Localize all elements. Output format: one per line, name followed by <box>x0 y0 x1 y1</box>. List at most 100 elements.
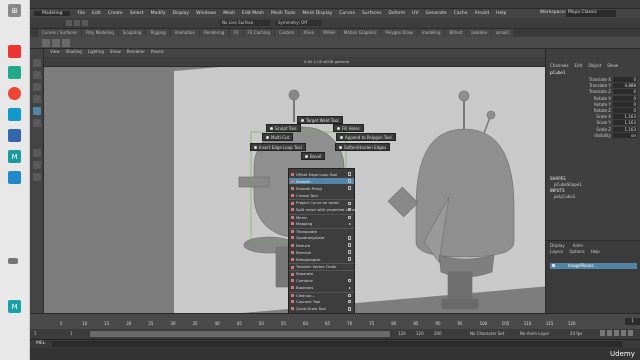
context-menu-item[interactable]: Crease Tool <box>289 192 354 198</box>
layer-row[interactable]: ImagePlanes <box>550 263 637 269</box>
character-set[interactable]: No Character Set <box>470 331 504 336</box>
input-name[interactable]: polyCube1 <box>554 194 575 199</box>
rotate-tool-icon[interactable] <box>33 107 41 115</box>
range-end[interactable]: 120 <box>398 331 406 336</box>
menu-edit-mesh[interactable]: Edit Mesh <box>242 11 264 16</box>
context-menu-item[interactable]: Offset Edge Loop Tool <box>289 171 354 177</box>
channel-value[interactable]: 0 <box>613 101 637 107</box>
channel-row[interactable]: Translate X0 <box>546 77 640 83</box>
menu-generate[interactable]: Generate <box>426 11 447 16</box>
step-forward-icon[interactable] <box>621 330 626 336</box>
shelf-tab[interactable]: modeling <box>417 29 445 37</box>
channel-row[interactable]: Rotate Z0 <box>546 108 640 114</box>
context-menu-item[interactable]: Project Curve on mesh <box>289 199 354 205</box>
context-menu-item[interactable]: Booleans ▸ <box>289 285 354 291</box>
menu-mesh-display[interactable]: Mesh Display <box>302 11 332 16</box>
cb-tab-channels[interactable]: Channels <box>550 63 569 68</box>
option-box-icon[interactable] <box>347 179 351 183</box>
context-menu-item[interactable]: Remesh <box>289 249 354 255</box>
context-menu-item[interactable]: Split mesh with projected curve <box>289 207 356 213</box>
shelf-tab[interactable]: XGen <box>299 29 319 37</box>
photos-icon[interactable] <box>8 129 21 142</box>
context-menu-item[interactable]: Connect Tool <box>289 299 354 305</box>
channel-row[interactable]: Translate Y 4.888 <box>546 83 640 89</box>
anim-layer[interactable]: No Anim Layer <box>520 331 549 336</box>
context-menu-item[interactable]: Quad Draw Tool <box>289 306 354 312</box>
layer-menu-layers[interactable]: Layers <box>550 249 563 254</box>
shelf-tab[interactable]: arnold <box>492 29 513 37</box>
fps-select[interactable]: 24 fps <box>570 331 582 336</box>
menu-display[interactable]: Display <box>173 11 190 16</box>
option-box-icon[interactable] <box>347 278 351 283</box>
menu-cache[interactable]: Cache <box>454 11 468 16</box>
context-menu-item[interactable]: Transfer Vertex Order <box>289 263 354 269</box>
command-line[interactable]: MEL <box>30 339 640 348</box>
channel-value[interactable]: 1.163 <box>613 126 637 132</box>
shelf-tab[interactable]: lookdev <box>467 29 492 37</box>
app-icon-red[interactable] <box>8 45 21 58</box>
channel-row[interactable]: Rotate X0 <box>546 95 640 102</box>
context-menu-item[interactable]: Triangulate <box>289 227 354 234</box>
open-scene-icon[interactable] <box>74 20 80 26</box>
app-icon-green[interactable] <box>8 66 21 79</box>
start-frame[interactable]: 1 <box>34 331 37 336</box>
layer-visibility-icon[interactable] <box>552 264 555 267</box>
step-back-icon[interactable] <box>607 330 612 336</box>
channel-row[interactable]: Scale Y 1.163 <box>546 120 640 126</box>
shelf-tab[interactable]: FX <box>229 29 243 37</box>
menu-edit[interactable]: Edit <box>92 11 101 16</box>
channel-value[interactable]: 0 <box>613 89 637 95</box>
shelf-tab[interactable]: Sculpting <box>118 29 146 37</box>
menu-mesh-tools[interactable]: Mesh Tools <box>271 11 295 16</box>
end-frame[interactable]: 120 <box>416 331 424 336</box>
menu-select[interactable]: Select <box>130 11 144 16</box>
menu-file[interactable]: File <box>77 11 85 16</box>
context-menu-item[interactable]: Separate <box>289 270 354 276</box>
select-tool-icon[interactable] <box>33 59 41 67</box>
context-menu-item[interactable]: Smooth <box>289 178 354 185</box>
menu-windows[interactable]: Windows <box>196 11 216 16</box>
edge-icon[interactable] <box>8 108 21 121</box>
context-menu-item[interactable]: Mapping ▸ <box>289 221 354 227</box>
channel-value[interactable]: 1.163 <box>613 114 637 120</box>
menu-deform[interactable]: Deform <box>388 11 405 16</box>
shelf-tab[interactable]: Rigging <box>146 29 170 37</box>
context-menu-item[interactable]: Quadrangulate <box>289 235 354 241</box>
channel-value[interactable]: 4.888 <box>613 83 637 89</box>
menu-curves[interactable]: Curves <box>339 11 355 16</box>
move-tool-icon[interactable] <box>33 95 41 103</box>
channel-value[interactable]: 0 <box>613 77 637 82</box>
play-start-icon[interactable] <box>600 330 605 336</box>
channel-value[interactable]: 1.163 <box>613 120 637 126</box>
shelf-tab[interactable]: Poly Modeling <box>82 29 118 37</box>
shelf-tab[interactable]: MASH <box>319 29 339 37</box>
hotbox-insert-edge-loop[interactable]: Insert Edge Loop Tool <box>250 143 306 151</box>
channel-value[interactable]: 0 <box>613 95 637 101</box>
play-icon[interactable] <box>614 330 619 336</box>
workspace-select[interactable]: Maya Classic <box>566 10 616 17</box>
play-end-icon[interactable] <box>628 330 633 336</box>
menu-mesh[interactable]: Mesh <box>223 11 235 16</box>
option-box-icon[interactable] <box>347 172 351 176</box>
option-box-icon[interactable] <box>347 201 351 206</box>
option-box-icon[interactable] <box>347 186 351 190</box>
option-box-icon[interactable] <box>347 299 351 304</box>
context-menu-item[interactable]: Mirror <box>289 213 354 220</box>
menu-modify[interactable]: Modify <box>151 11 166 16</box>
shelf-tab[interactable]: FX Caching <box>243 29 274 37</box>
channel-row[interactable]: Scale Z 1.163 <box>546 126 640 133</box>
range-bar[interactable] <box>90 331 390 337</box>
shelf-tool-icon[interactable] <box>62 39 70 47</box>
layout-single-icon[interactable] <box>33 149 41 157</box>
menu-surfaces[interactable]: Surfaces <box>362 11 382 16</box>
context-menu-item[interactable]: Reduce <box>289 242 354 248</box>
command-input[interactable] <box>52 341 622 347</box>
hotbox-append-polygon[interactable]: Append to Polygon Tool <box>336 133 396 141</box>
option-box-icon[interactable] <box>347 243 351 247</box>
option-box-icon[interactable] <box>347 236 351 240</box>
cb-tab-edit[interactable]: Edit <box>575 63 583 68</box>
vp-menu-panels[interactable]: Panels <box>151 49 164 57</box>
hotbox-sculpt[interactable]: Sculpt Tool <box>266 124 301 132</box>
menu-create[interactable]: Create <box>108 11 123 16</box>
save-scene-icon[interactable] <box>82 20 88 26</box>
